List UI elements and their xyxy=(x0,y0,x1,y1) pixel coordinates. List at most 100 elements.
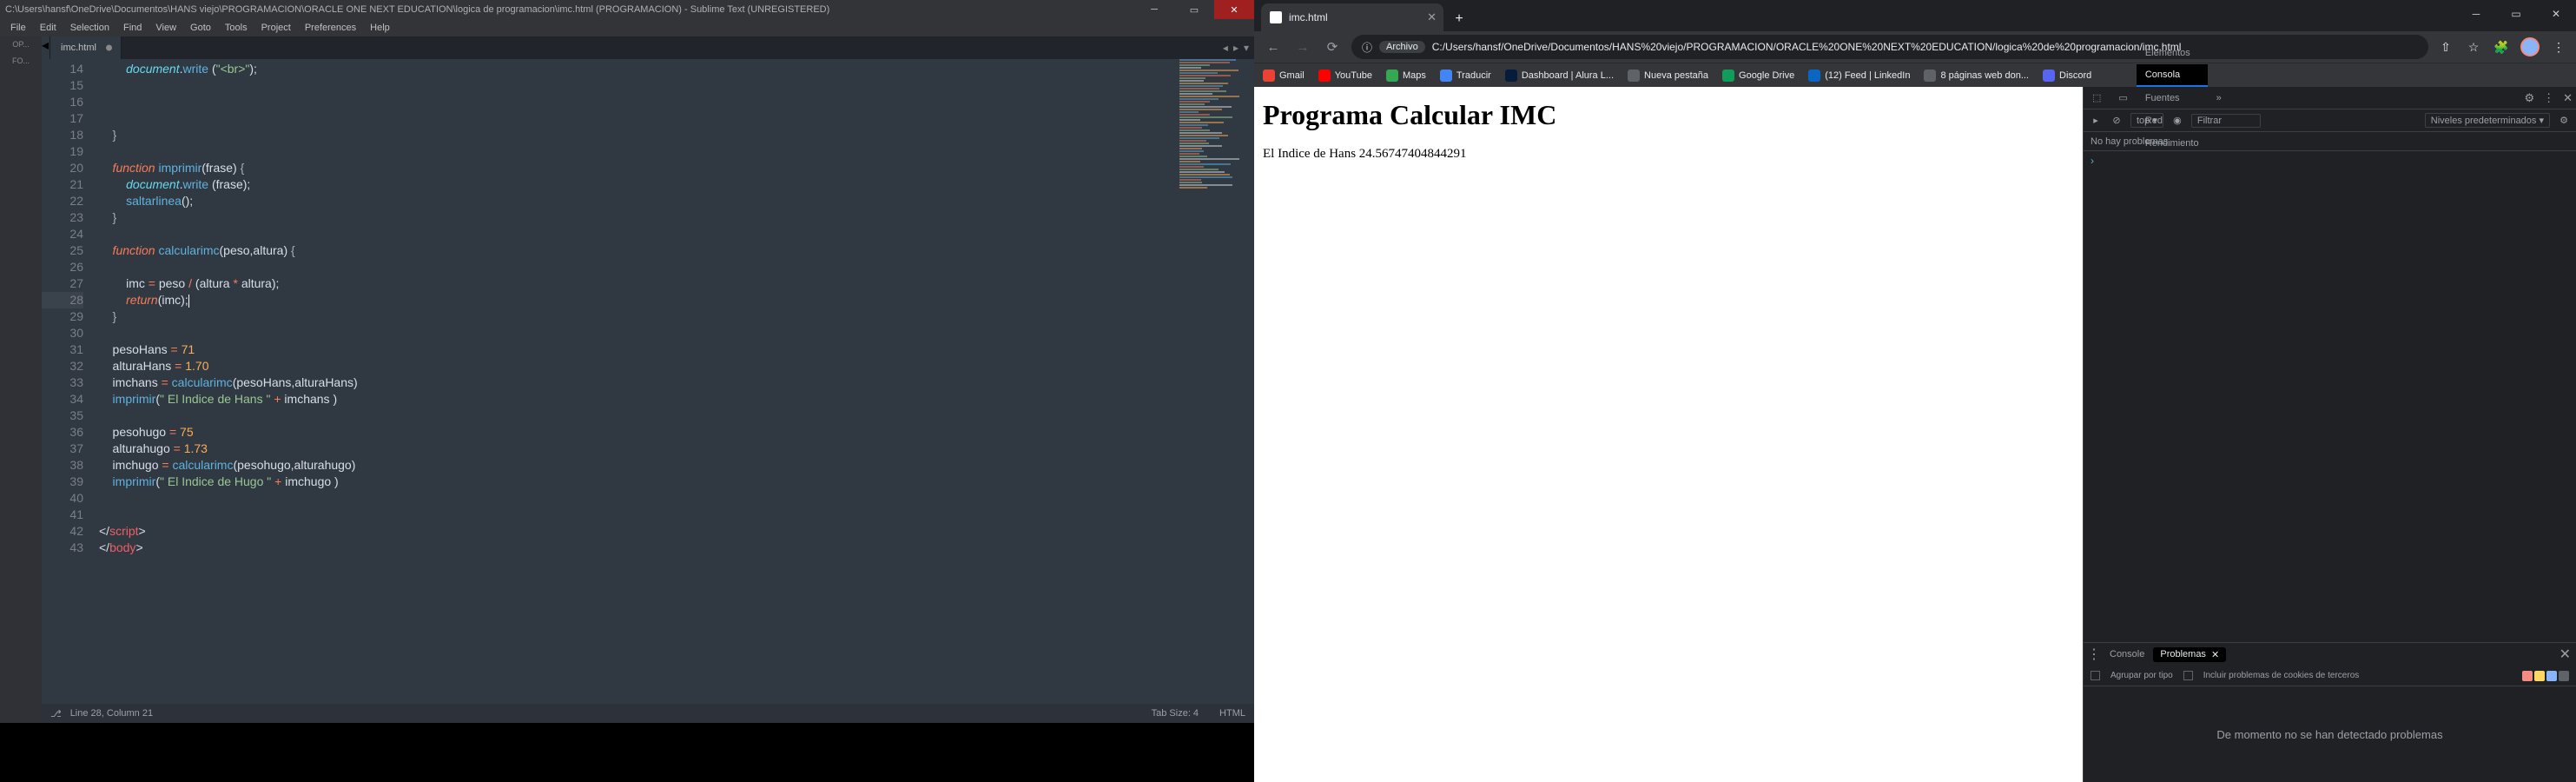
line-number[interactable]: 20 xyxy=(42,160,83,176)
code-line[interactable]: } xyxy=(99,308,1254,325)
drawer-close-icon[interactable]: ✕ xyxy=(2559,646,2571,663)
browser-close-button[interactable]: ✕ xyxy=(2536,0,2576,28)
line-number[interactable]: 26 xyxy=(42,259,83,275)
devtools-panel-elementos[interactable]: Elementos xyxy=(2137,42,2208,64)
line-number[interactable]: 38 xyxy=(42,457,83,474)
forward-button[interactable]: → xyxy=(1292,36,1313,57)
code-line[interactable]: imchans = calcularimc(pesoHans,alturaHan… xyxy=(99,374,1254,391)
line-number[interactable]: 25 xyxy=(42,242,83,259)
code-line[interactable]: } xyxy=(99,209,1254,226)
status-tabsize[interactable]: Tab Size: 4 xyxy=(1152,708,1199,719)
bookmark-item[interactable]: YouTube xyxy=(1318,70,1372,82)
drawer-tab-problems[interactable]: Problemas ✕ xyxy=(2153,647,2226,662)
drawer-tab-close-icon[interactable]: ✕ xyxy=(2211,649,2219,660)
line-number[interactable]: 35 xyxy=(42,408,83,424)
line-number[interactable]: 30 xyxy=(42,325,83,341)
code-line[interactable]: imprimir(" El Indice de Hugo " + imchugo… xyxy=(99,474,1254,490)
device-icon[interactable]: ▭ xyxy=(2110,87,2136,109)
menu-file[interactable]: File xyxy=(3,20,33,36)
inspect-icon[interactable]: ⬚ xyxy=(2084,87,2110,109)
minimap[interactable] xyxy=(1176,59,1254,704)
line-number[interactable]: 37 xyxy=(42,441,83,457)
maximize-button[interactable]: ▭ xyxy=(1174,0,1214,19)
code-line[interactable] xyxy=(99,226,1254,242)
line-number[interactable]: 29 xyxy=(42,308,83,325)
tab-close-icon[interactable]: ✕ xyxy=(1427,10,1437,24)
log-levels-selector[interactable]: Niveles predeterminados ▾ xyxy=(2425,113,2550,128)
console-output[interactable]: › xyxy=(2084,151,2576,642)
code-line[interactable]: imprimir(" El Indice de Hans " + imchans… xyxy=(99,391,1254,408)
line-number[interactable]: 33 xyxy=(42,374,83,391)
code-line[interactable] xyxy=(99,259,1254,275)
bookmark-icon[interactable]: ☆ xyxy=(2465,38,2482,56)
devtools-panel-red[interactable]: Red xyxy=(2137,109,2208,132)
sublime-titlebar[interactable]: C:\Users\hansf\OneDrive\Documentos\HANS … xyxy=(0,0,1254,19)
new-tab-button[interactable]: + xyxy=(1447,7,1471,31)
minimize-button[interactable]: ─ xyxy=(1134,0,1174,19)
code-line[interactable] xyxy=(99,325,1254,341)
code-line[interactable] xyxy=(99,507,1254,523)
close-button[interactable]: ✕ xyxy=(1214,0,1254,19)
line-number[interactable]: 34 xyxy=(42,391,83,408)
bookmark-item[interactable]: Dashboard | Alura L... xyxy=(1505,70,1614,82)
code-area[interactable]: document.write ("<br>"); } function impr… xyxy=(92,59,1254,704)
bookmark-item[interactable]: Traducir xyxy=(1440,70,1491,82)
menu-edit[interactable]: Edit xyxy=(33,20,63,36)
browser-tab[interactable]: imc.html ✕ xyxy=(1261,3,1443,31)
menu-selection[interactable]: Selection xyxy=(63,20,116,36)
status-language[interactable]: HTML xyxy=(1219,708,1245,719)
line-number[interactable]: 23 xyxy=(42,209,83,226)
code-line[interactable]: function imprimir(frase) { xyxy=(99,160,1254,176)
line-number[interactable]: 16 xyxy=(42,94,83,110)
browser-minimize-button[interactable]: ─ xyxy=(2456,0,2496,28)
code-line[interactable]: } xyxy=(99,127,1254,143)
line-number[interactable]: 17 xyxy=(42,110,83,127)
line-number[interactable]: 27 xyxy=(42,275,83,292)
share-icon[interactable]: ⇧ xyxy=(2437,38,2454,56)
line-gutter[interactable]: 1415161718192021222324252627282930313233… xyxy=(42,59,92,704)
bookmark-item[interactable]: 8 páginas web don... xyxy=(1924,70,2029,82)
status-position[interactable]: Line 28, Column 21 xyxy=(70,708,153,719)
menu-help[interactable]: Help xyxy=(363,20,397,36)
devtools-menu-icon[interactable]: ⋮ xyxy=(2543,91,2554,105)
menu-view[interactable]: View xyxy=(149,20,183,36)
code-line[interactable]: return(imc); xyxy=(99,292,1254,308)
line-number[interactable]: 14 xyxy=(42,61,83,77)
tab-overflow-left-icon[interactable]: ◂ xyxy=(1223,42,1228,54)
code-line[interactable] xyxy=(99,77,1254,94)
line-number[interactable]: 41 xyxy=(42,507,83,523)
code-line[interactable]: saltarlinea(); xyxy=(99,193,1254,209)
bookmark-item[interactable]: Google Drive xyxy=(1722,70,1794,82)
bookmark-item[interactable]: Discord xyxy=(2043,70,2091,82)
console-settings-icon[interactable]: ⚙ xyxy=(2557,114,2571,128)
code-line[interactable] xyxy=(99,143,1254,160)
tab-menu-icon[interactable]: ▾ xyxy=(1244,42,1249,54)
line-number[interactable]: 22 xyxy=(42,193,83,209)
group-checkbox[interactable] xyxy=(2091,671,2100,680)
code-line[interactable]: function calcularimc(peso,altura) { xyxy=(99,242,1254,259)
cookies-checkbox[interactable] xyxy=(2183,671,2193,680)
code-line[interactable]: pesoHans = 71 xyxy=(99,341,1254,358)
line-number[interactable]: 28 xyxy=(42,292,83,308)
sidebar-item[interactable]: OP... xyxy=(12,40,29,50)
drawer-menu-icon[interactable]: ⋮ xyxy=(2087,646,2101,663)
address-bar[interactable]: ⓘ Archivo C:/Users/hansf/OneDrive/Docume… xyxy=(1351,35,2428,59)
line-number[interactable]: 43 xyxy=(42,540,83,556)
menu-find[interactable]: Find xyxy=(116,20,149,36)
file-tab[interactable]: imc.html xyxy=(50,36,122,59)
url-chip[interactable]: Archivo xyxy=(1379,41,1425,53)
menu-goto[interactable]: Goto xyxy=(183,20,218,36)
code-line[interactable] xyxy=(99,408,1254,424)
devtools-settings-icon[interactable]: ⚙ xyxy=(2524,91,2534,105)
bookmark-item[interactable]: Gmail xyxy=(1263,70,1305,82)
clear-console-icon[interactable]: ⊘ xyxy=(2110,114,2124,128)
bookmark-item[interactable]: Nueva pestaña xyxy=(1628,70,1708,82)
bookmark-item[interactable]: (12) Feed | LinkedIn xyxy=(1808,70,1910,82)
drawer-tab-console[interactable]: Console xyxy=(2103,647,2151,661)
sidebar-toggle-icon[interactable]: ▸ xyxy=(2089,114,2103,128)
line-number[interactable]: 40 xyxy=(42,490,83,507)
menu-preferences[interactable]: Preferences xyxy=(298,20,363,36)
line-number[interactable]: 31 xyxy=(42,341,83,358)
line-number[interactable]: 18 xyxy=(42,127,83,143)
devtools-panel-rendimiento[interactable]: Rendimiento xyxy=(2137,132,2208,155)
